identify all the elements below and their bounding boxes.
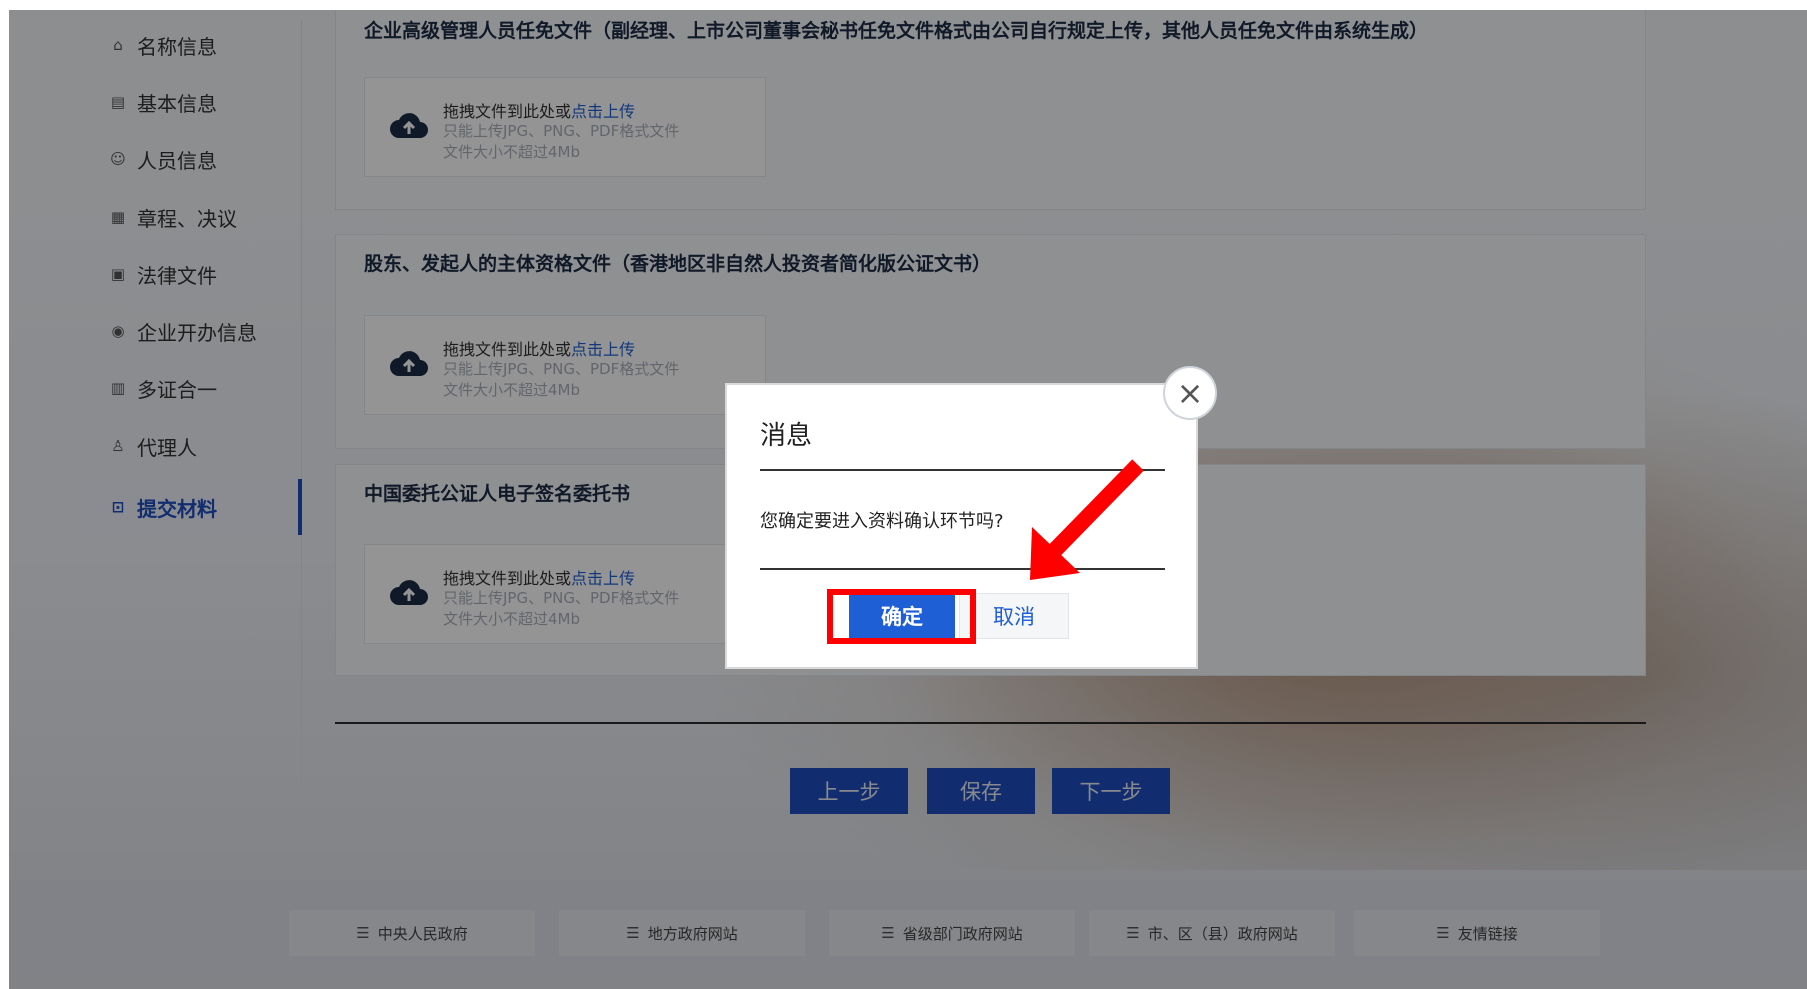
dialog-message: 您确定要进入资料确认环节吗? (760, 511, 1004, 532)
dialog-title: 消息 (760, 421, 813, 451)
annotation-arrow-icon (1030, 459, 1144, 580)
annotation-highlight-box (827, 589, 976, 644)
close-icon[interactable]: × (1163, 366, 1217, 420)
